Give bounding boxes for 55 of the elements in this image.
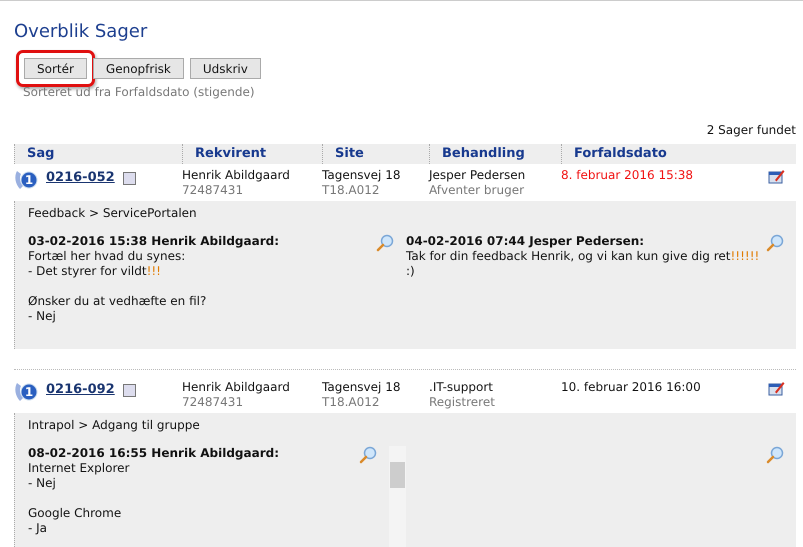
message-line: - Ja — [28, 521, 48, 535]
sort-note: Sorteret ud fra Forfaldsdato (stigende) — [23, 85, 256, 99]
case-link[interactable]: 0216-092 — [46, 382, 115, 397]
case-checkbox[interactable] — [122, 172, 136, 185]
site-name: Tagensvej 18 — [322, 168, 402, 183]
magnifier-icon[interactable] — [359, 446, 377, 464]
site-name: Tagensvej 18 — [322, 380, 402, 395]
message-line: Ønsker du at vedhæfte en fil? — [28, 294, 206, 308]
message-line: Tak for din feedback Henrik, og vi kan kun give dig ret!!!!!! — [406, 249, 760, 263]
priority-number: 1 — [24, 384, 34, 400]
magnifier-icon[interactable] — [376, 234, 394, 252]
requester-name: Henrik Abildgaard — [182, 380, 291, 395]
message-header: 08-02-2016 16:55 Henrik Abildgaard: — [28, 446, 280, 460]
message-line: - Nej — [28, 309, 56, 323]
message-line: - Nej — [28, 476, 56, 490]
due-date: 10. februar 2016 16:00 — [561, 380, 702, 395]
scrollbar[interactable] — [389, 446, 406, 547]
message-header: 04-02-2016 07:44 Jesper Pedersen: — [406, 234, 644, 248]
case-category: Intrapol > Adgang til gruppe — [28, 418, 200, 432]
result-count: 2 Sager fundet — [706, 123, 796, 137]
case-link[interactable]: 0216-052 — [46, 170, 115, 185]
case-checkbox[interactable] — [122, 384, 136, 397]
handler-name: Jesper Pedersen — [429, 168, 526, 183]
toolbar-button[interactable]: Udskriv — [190, 58, 261, 79]
toolbar-button[interactable]: Genopfrisk — [92, 58, 184, 79]
room-code: T18.A012 — [322, 183, 381, 198]
room-code: T18.A012 — [322, 395, 381, 410]
column-header[interactable]: Sag — [27, 146, 54, 161]
message-header: 03-02-2016 15:38 Henrik Abildgaard: — [28, 234, 280, 248]
edit-note-icon[interactable] — [768, 380, 784, 397]
page-title: Overblik Sager — [14, 21, 148, 42]
message-line: Fortæl her hvad du synes: — [28, 249, 186, 263]
message-line: Google Chrome — [28, 506, 122, 520]
edit-note-icon[interactable] — [768, 168, 784, 185]
column-header[interactable]: Forfaldsdato — [574, 146, 667, 161]
message-line: :) — [406, 264, 415, 278]
magnifier-icon[interactable] — [766, 234, 784, 252]
column-header[interactable]: Site — [335, 146, 364, 161]
case-status: Afventer bruger — [429, 183, 526, 198]
case-category: Feedback > ServicePortalen — [28, 206, 197, 220]
phone-priority-icon — [14, 168, 38, 192]
column-header[interactable]: Rekvirent — [195, 146, 266, 161]
priority-number: 1 — [24, 172, 34, 188]
phone-priority-icon — [14, 380, 38, 404]
magnifier-icon[interactable] — [766, 446, 784, 464]
message-line: - Det styrer for vildt!!! — [28, 264, 161, 278]
requester-phone: 72487431 — [182, 183, 244, 198]
due-date: 8. februar 2016 15:38 — [561, 168, 694, 183]
handler-name: .IT-support — [429, 380, 494, 395]
message-line: Internet Explorer — [28, 461, 130, 475]
case-status: Registreret — [429, 395, 496, 410]
requester-name: Henrik Abildgaard — [182, 168, 291, 183]
column-header[interactable]: Behandling — [442, 146, 525, 161]
requester-phone: 72487431 — [182, 395, 244, 410]
toolbar-button[interactable]: Sortér — [24, 58, 87, 79]
